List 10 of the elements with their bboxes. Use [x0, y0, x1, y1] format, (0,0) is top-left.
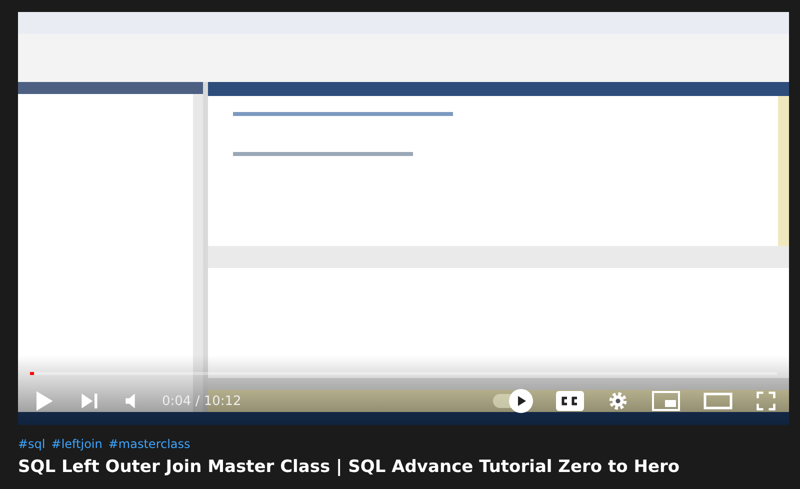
captions-icon[interactable]	[555, 390, 585, 412]
miniplayer-icon[interactable]	[651, 390, 681, 412]
theater-mode-icon[interactable]	[703, 390, 733, 412]
hashtag-link[interactable]: #masterclass	[108, 437, 190, 451]
hashtag-link[interactable]: #sql	[18, 437, 46, 451]
time-display: 0:04 / 10:12	[162, 394, 242, 408]
settings-icon[interactable]	[607, 390, 629, 412]
hashtag-link[interactable]: #leftjoin	[51, 437, 102, 451]
video-title: SQL Left Outer Join Master Class | SQL Advance Tutorial Zero to Hero	[18, 457, 681, 477]
fullscreen-icon[interactable]	[755, 390, 777, 412]
